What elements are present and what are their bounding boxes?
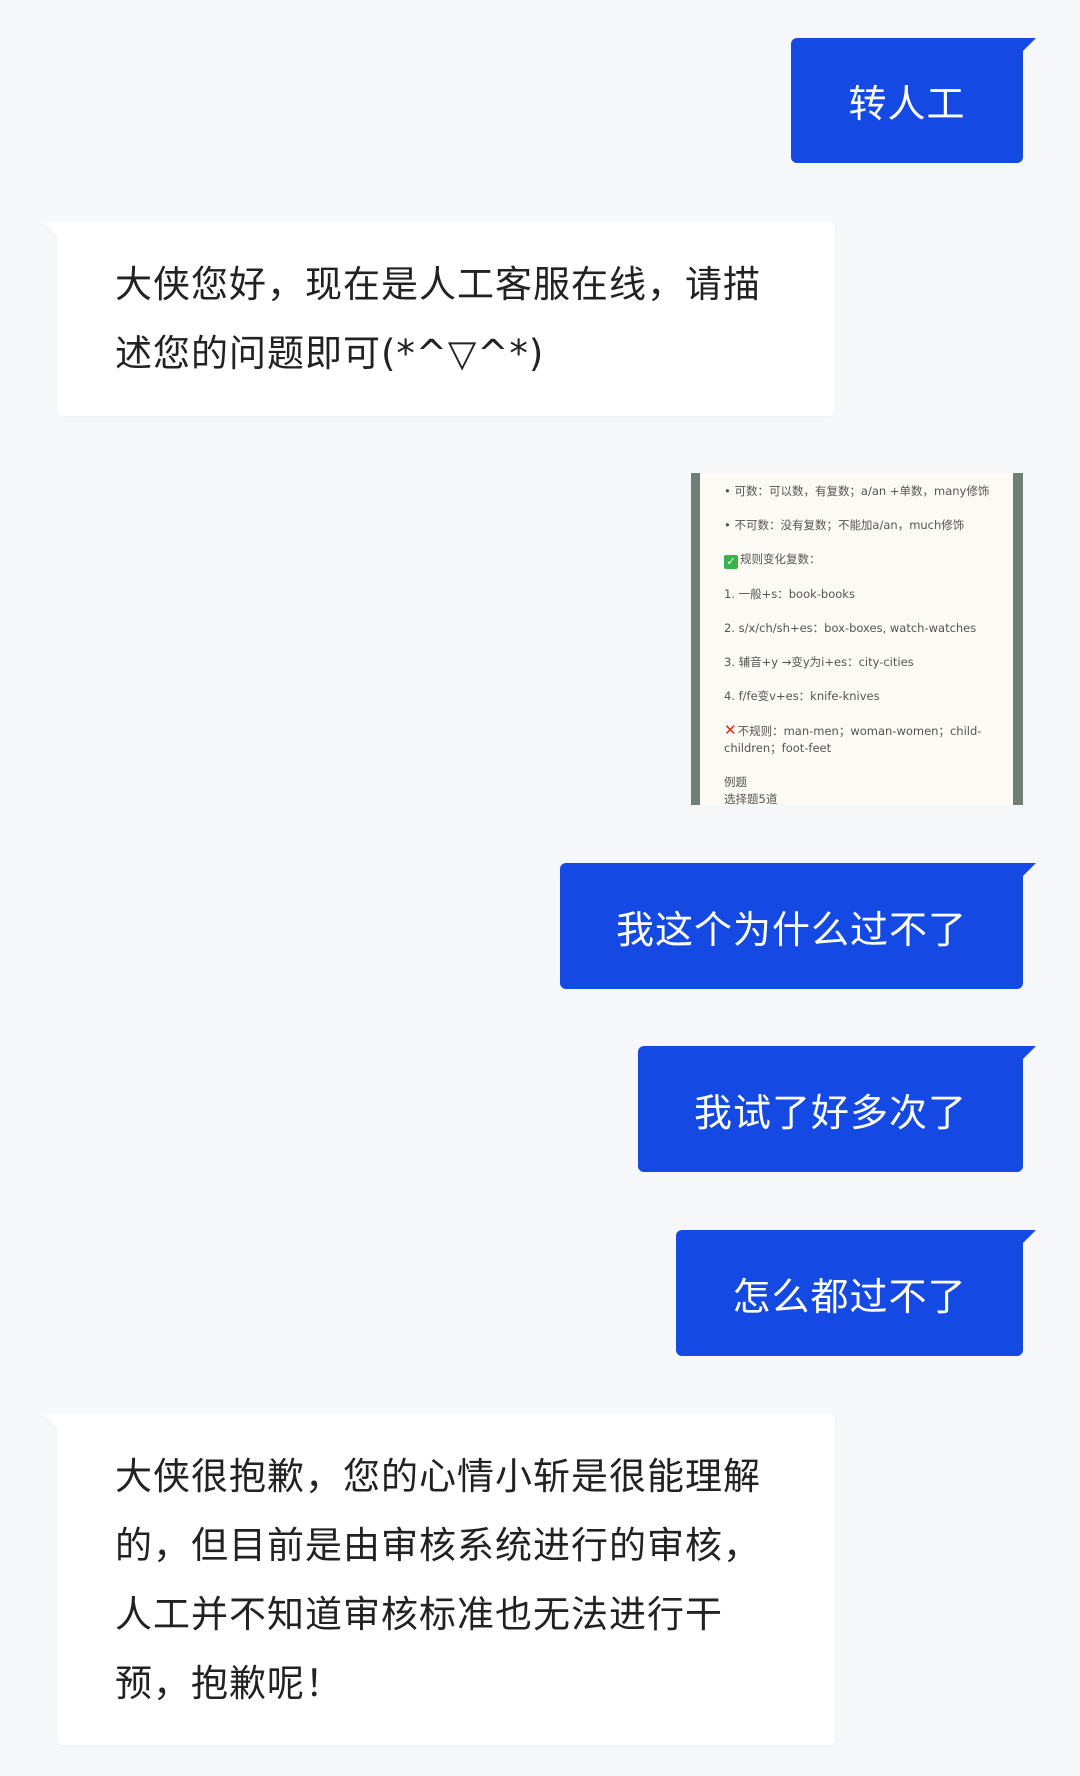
- bubble-tail: [44, 222, 58, 236]
- bubble-tail: [1022, 38, 1036, 52]
- bubble-tail: [1022, 1230, 1036, 1244]
- agent-message-bubble[interactable]: 大侠您好，现在是人工客服在线，请描述您的问题即可(*^▽^*): [44, 222, 835, 416]
- bubble-tail: [1022, 863, 1036, 877]
- image-text-line-irregular: ✕不规则：man-men；woman-women；child-children；…: [724, 722, 999, 757]
- message-text: 大侠很抱歉，您的心情小斩是很能理解的，但目前是由审核系统进行的审核，人工并不知道…: [115, 1455, 761, 1705]
- bubble-tail: [44, 1414, 58, 1428]
- cross-mark-icon: ✕: [724, 721, 737, 739]
- user-message-bubble[interactable]: 转人工: [791, 38, 1036, 163]
- message-text: 我试了好多次了: [693, 1090, 967, 1135]
- image-text-line: 4. f/fe变v+es：knife-knives: [724, 689, 880, 703]
- image-text-line: 选择题5道: [724, 792, 778, 805]
- image-text-line: 1. 一般+s：book-books: [724, 587, 855, 601]
- image-text-line: • 不可数：没有复数；不能加a/an，much修饰: [724, 518, 965, 532]
- image-text: 规则变化复数：: [740, 552, 821, 566]
- message-text: 大侠您好，现在是人工客服在线，请描述您的问题即可(*^▽^*): [115, 263, 761, 375]
- image-text-line: 2. s/x/ch/sh+es：box-boxes, watch-watches: [724, 621, 977, 635]
- image-message[interactable]: • 可数：可以数，有复数；a/an +单数，many修饰 • 不可数：没有复数；…: [691, 473, 1023, 805]
- check-mark-icon: ✓: [724, 555, 738, 569]
- image-text-line: • 可数：可以数，有复数；a/an +单数，many修饰: [724, 484, 990, 498]
- image-text-line-rule: ✓ 规则变化复数：: [724, 551, 999, 569]
- image-text-line: 例题: [724, 775, 747, 789]
- user-message-bubble[interactable]: 我试了好多次了: [638, 1046, 1036, 1172]
- user-message-bubble[interactable]: 怎么都过不了: [676, 1230, 1036, 1356]
- agent-message-bubble[interactable]: 大侠很抱歉，您的心情小斩是很能理解的，但目前是由审核系统进行的审核，人工并不知道…: [44, 1414, 835, 1745]
- image-text: 不规则：man-men；woman-women；child-children；f…: [724, 724, 982, 755]
- message-text: 我这个为什么过不了: [615, 907, 967, 952]
- message-text: 转人工: [848, 82, 966, 126]
- image-content: • 可数：可以数，有复数；a/an +单数，many修饰 • 不可数：没有复数；…: [700, 473, 1013, 805]
- image-text-line: 3. 辅音+y →变y为i+es：city-cities: [724, 655, 914, 669]
- bubble-tail: [1022, 1046, 1036, 1060]
- user-message-bubble[interactable]: 我这个为什么过不了: [560, 863, 1036, 989]
- message-text: 怎么都过不了: [732, 1274, 967, 1319]
